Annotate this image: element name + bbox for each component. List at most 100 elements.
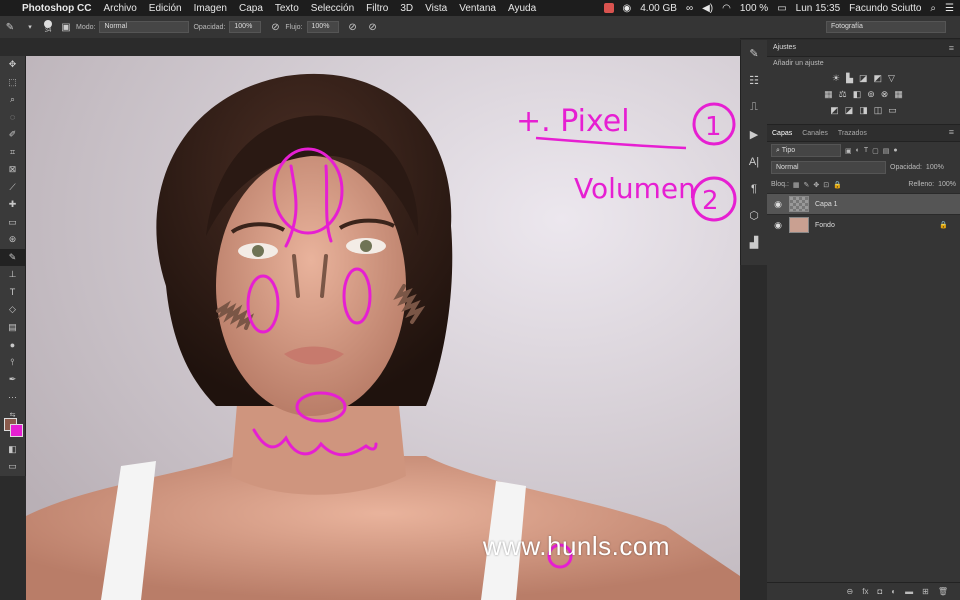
invert-icon[interactable]: ◩ <box>830 105 839 116</box>
channel-mixer-icon[interactable]: ⊗ <box>881 89 889 100</box>
zoom-icon[interactable]: ⌕ <box>0 91 25 109</box>
delete-layer-icon[interactable]: 🗑 <box>938 587 948 596</box>
menu-vista[interactable]: Vista <box>425 3 447 14</box>
filter-pixel-icon[interactable]: ▣ <box>845 147 852 155</box>
hue-saturation-icon[interactable]: ▦ <box>824 89 833 100</box>
brush-settings-icon[interactable]: ⎍ <box>741 94 767 121</box>
filter-type-icon[interactable]: T <box>864 147 868 154</box>
pen-icon[interactable]: ✒ <box>0 371 25 389</box>
quick-mask-icon[interactable]: ◧ <box>0 441 25 459</box>
document-canvas[interactable]: +. Pixel 1 Volumen 2 www.hunls.com <box>26 56 740 600</box>
brush-icon[interactable]: ✎ <box>0 248 25 266</box>
visibility-eye-icon[interactable]: ◉ <box>771 220 785 231</box>
levels-icon[interactable]: ▙ <box>846 73 853 84</box>
marquee-icon[interactable]: ⬚ <box>0 74 25 92</box>
chevron-down-icon[interactable]: ▾ <box>24 21 36 33</box>
curves-icon[interactable]: ◪ <box>859 73 868 84</box>
menu-edicion[interactable]: Edición <box>149 3 182 14</box>
clock[interactable]: Lun 15:35 <box>796 3 841 14</box>
pressure-opacity-icon[interactable]: ⊘ <box>269 21 281 33</box>
layer-name[interactable]: Fondo <box>815 222 835 229</box>
clone-stamp-icon[interactable]: ⊥ <box>0 266 25 284</box>
menu-ventana[interactable]: Ventana <box>459 3 496 14</box>
history-brush-icon[interactable]: ⊛ <box>0 231 25 249</box>
screen-mode-icon[interactable]: ▭ <box>0 458 25 476</box>
gradient-map-icon[interactable]: ▭ <box>888 105 897 116</box>
filter-smart-icon[interactable]: ▤ <box>883 147 890 155</box>
filter-adjustment-icon[interactable]: ◐ <box>856 147 860 154</box>
selective-color-icon[interactable]: ◫ <box>874 105 883 116</box>
filter-toggle-icon[interactable]: ● <box>893 147 897 154</box>
photo-filter-icon[interactable]: ⊚ <box>867 89 875 100</box>
layer-style-icon[interactable]: fx <box>862 587 868 596</box>
move-icon[interactable]: ✥ <box>0 56 25 74</box>
frame-icon[interactable]: ⊠ <box>0 161 25 179</box>
menu-imagen[interactable]: Imagen <box>194 3 227 14</box>
history-icon[interactable]: ✎ <box>741 40 767 67</box>
lock-paint-icon[interactable]: ✎ <box>804 181 810 189</box>
memory-icon[interactable]: ◉ <box>623 3 632 14</box>
visibility-eye-icon[interactable]: ◉ <box>771 199 785 210</box>
new-group-icon[interactable]: ▬ <box>905 587 913 596</box>
posterize-icon[interactable]: ◪ <box>845 105 854 116</box>
histogram-icon[interactable]: ▟ <box>741 229 767 256</box>
volume-icon[interactable]: ◀) <box>702 3 713 14</box>
panel-menu-icon[interactable]: ≡ <box>949 40 954 56</box>
black-white-icon[interactable]: ◧ <box>853 89 862 100</box>
crop-icon[interactable]: ⌗ <box>0 144 25 162</box>
eyedropper-icon[interactable]: ⟋ <box>0 179 25 197</box>
patch-icon[interactable]: ▭ <box>0 214 25 232</box>
notifications-icon[interactable]: ☰ <box>945 3 954 14</box>
layer-row-capa-1[interactable]: ◉ Capa 1 <box>767 193 960 214</box>
opacity-field[interactable]: 100% <box>229 21 262 33</box>
mode-select[interactable]: Normal <box>99 21 190 33</box>
menu-3d[interactable]: 3D <box>400 3 413 14</box>
vibrance-icon[interactable]: ▽ <box>888 73 895 84</box>
spotlight-icon[interactable]: ⌕ <box>930 3 936 14</box>
brush-panel-icon[interactable]: ▣ <box>60 21 72 33</box>
type-icon[interactable]: T <box>0 284 25 302</box>
filter-shape-icon[interactable]: ▢ <box>872 147 879 155</box>
color-balance-icon[interactable]: ⚖ <box>839 89 847 100</box>
lock-artboard-icon[interactable]: ⊡ <box>823 181 829 189</box>
more-tools-icon[interactable]: ··· <box>0 389 25 407</box>
add-mask-icon[interactable]: ◘ <box>877 587 882 596</box>
layer-lock-icon[interactable]: 🔒 <box>939 221 948 229</box>
properties-icon[interactable]: ☷ <box>741 67 767 94</box>
menu-texto[interactable]: Texto <box>275 3 299 14</box>
menu-seleccion[interactable]: Selección <box>311 3 354 14</box>
menu-ayuda[interactable]: Ayuda <box>508 3 536 14</box>
new-layer-icon[interactable]: ⊞ <box>922 587 929 596</box>
pressure-size-icon[interactable]: ⊘ <box>367 21 379 33</box>
quick-select-icon[interactable]: ✐ <box>0 126 25 144</box>
tab-canales[interactable]: Canales <box>797 130 833 137</box>
dodge-icon[interactable]: ⫯ <box>0 354 25 372</box>
layer-filter-select[interactable]: ⌕ Tipo <box>771 144 841 157</box>
layers-panel-menu-icon[interactable]: ≡ <box>949 127 954 137</box>
layer-opacity-field[interactable]: 100% <box>926 164 944 171</box>
blur-icon[interactable]: ● <box>0 336 25 354</box>
workspace-select[interactable]: Fotografía <box>826 21 946 33</box>
gradient-icon[interactable]: ▤ <box>0 319 25 337</box>
3d-cube-icon[interactable]: ⬡ <box>741 202 767 229</box>
tab-trazados[interactable]: Trazados <box>833 130 872 137</box>
app-name-menu[interactable]: Photoshop CC <box>22 3 91 14</box>
exposure-icon[interactable]: ◩ <box>874 73 883 84</box>
brightness-icon[interactable]: ☀ <box>832 73 840 84</box>
new-adjustment-icon[interactable]: ◐ <box>891 587 896 596</box>
adjustments-title[interactable]: Ajustes <box>773 44 796 51</box>
record-status-icon[interactable] <box>603 3 614 13</box>
layer-row-fondo[interactable]: ◉ Fondo 🔒 <box>767 214 960 235</box>
menu-filtro[interactable]: Filtro <box>366 3 388 14</box>
blend-mode-select[interactable]: Normal <box>771 161 886 174</box>
tab-capas[interactable]: Capas <box>767 130 797 137</box>
lock-transparent-icon[interactable]: ▦ <box>793 181 800 189</box>
user-name[interactable]: Facundo Sciutto <box>849 3 921 14</box>
fill-field[interactable]: 100% <box>938 181 956 188</box>
lock-move-icon[interactable]: ✥ <box>813 181 819 189</box>
flow-field[interactable]: 100% <box>306 21 339 33</box>
airbrush-icon[interactable]: ⊘ <box>347 21 359 33</box>
background-color-swatch[interactable] <box>10 424 23 437</box>
wifi-icon[interactable]: ◠ <box>722 3 731 14</box>
eraser-icon[interactable]: ◇ <box>0 301 25 319</box>
